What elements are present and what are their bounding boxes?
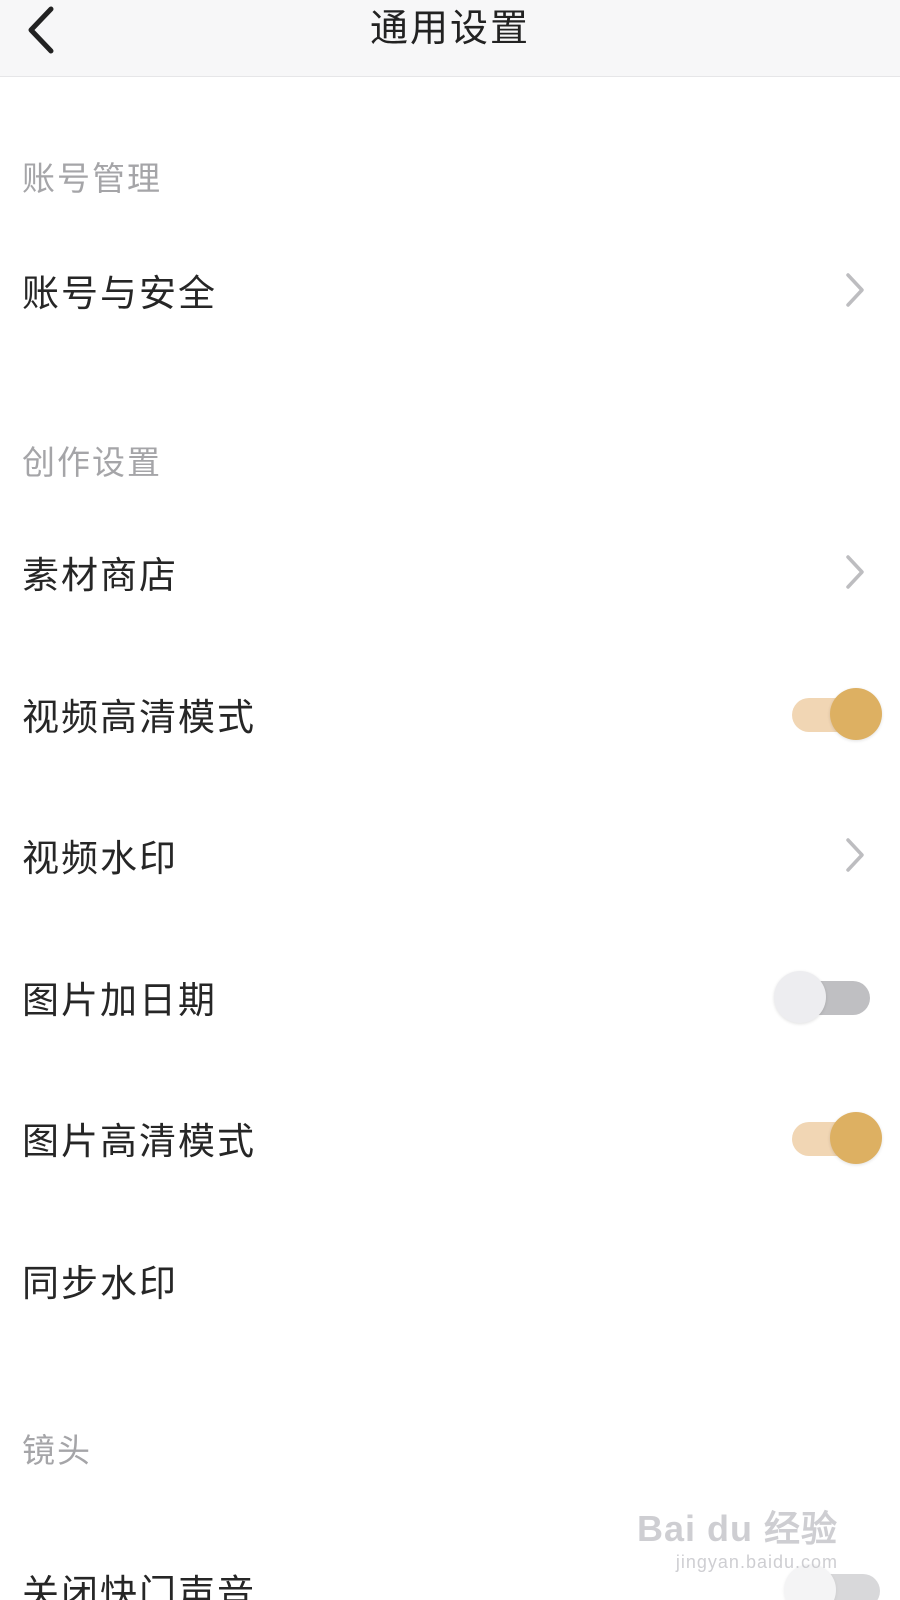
row-label: 同步水印 — [22, 1262, 178, 1305]
row-label: 关闭快门声音 — [22, 1572, 256, 1600]
row-label: 图片加日期 — [22, 979, 217, 1022]
row-label: 素材商店 — [22, 554, 178, 597]
page-title: 通用设置 — [369, 6, 530, 50]
row-label: 账号与安全 — [22, 272, 217, 315]
photo-hd-toggle[interactable] — [784, 1110, 884, 1166]
baidu-jingyan-watermark: Bai du 经验 jingyan.baidu.com — [637, 1500, 838, 1573]
section-header-account: 账号管理 — [22, 159, 162, 198]
settings-row-sync-watermark[interactable]: 同步水印 — [0, 1230, 900, 1330]
photo-date-toggle[interactable] — [774, 969, 874, 1025]
row-label: 视频水印 — [22, 837, 178, 880]
settings-row-video-watermark[interactable]: 视频水印 — [0, 805, 900, 905]
section-header-creation: 创作设置 — [22, 443, 162, 482]
video-hd-toggle[interactable] — [784, 686, 884, 742]
section-header-lens: 镜头 — [22, 1431, 92, 1470]
settings-row-material-store[interactable]: 素材商店 — [0, 522, 900, 622]
toggle-knob — [774, 971, 826, 1023]
settings-row-account-security[interactable]: 账号与安全 — [0, 240, 900, 340]
settings-row-video-hd: 视频高清模式 — [0, 664, 900, 764]
chevron-right-icon — [840, 552, 870, 592]
settings-row-photo-hd: 图片高清模式 — [0, 1088, 900, 1188]
toggle-knob — [830, 1112, 882, 1164]
settings-screen: 通用设置 账号管理 账号与安全 创作设置 素材商店 视频高清模式 视频水印 图片… — [0, 0, 900, 1600]
toggle-knob — [830, 688, 882, 740]
settings-row-photo-date: 图片加日期 — [0, 947, 900, 1047]
chevron-right-icon — [840, 835, 870, 875]
row-label: 视频高清模式 — [22, 696, 256, 739]
chevron-right-icon — [840, 270, 870, 310]
watermark-site: jingyan.baidu.com — [675, 1552, 838, 1572]
nav-header: 通用设置 — [0, 0, 900, 77]
watermark-brand: Bai du 经验 — [636, 1508, 838, 1549]
row-label: 图片高清模式 — [22, 1120, 256, 1163]
